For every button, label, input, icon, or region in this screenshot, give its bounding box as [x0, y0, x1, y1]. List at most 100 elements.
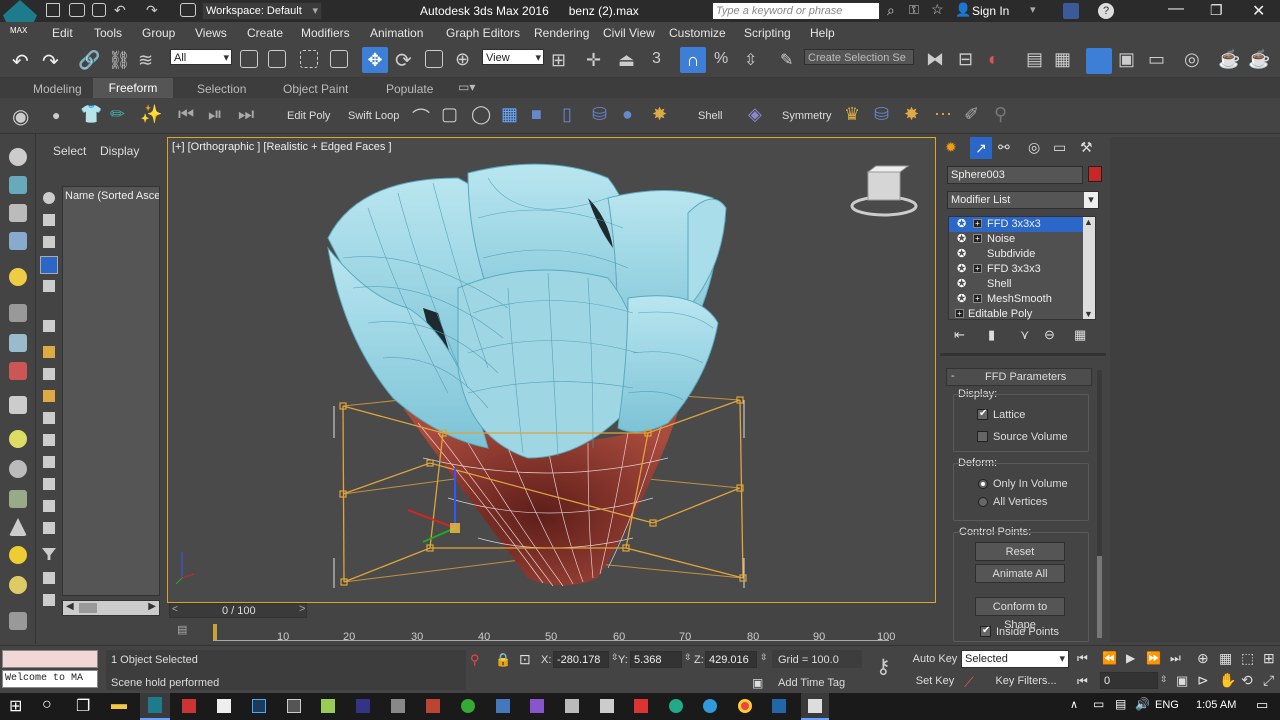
edit-poly-button[interactable]: Edit Poly	[287, 110, 330, 122]
sphere-icon[interactable]: ●	[52, 107, 60, 123]
explorer-horizontal-scrollbar[interactable]: ◀ ▶	[62, 600, 160, 616]
zoom-all-icon[interactable]: ▦	[1219, 650, 1232, 667]
current-frame-marker[interactable]	[213, 624, 217, 640]
volume-icon[interactable]: 🔊	[1135, 697, 1150, 711]
taskbar-app-icon-16[interactable]	[772, 699, 786, 713]
current-frame-field[interactable]: 0	[1100, 672, 1158, 689]
redo-toolbar-icon[interactable]: ↷	[42, 49, 59, 74]
stack-scrollbar[interactable]: ▲ ▼	[1083, 217, 1095, 319]
align-icon[interactable]: ⊟	[958, 49, 973, 70]
time-slider-prev-icon[interactable]: <	[172, 604, 178, 615]
taskbar-app-icon-9[interactable]	[496, 699, 510, 713]
notifications-icon[interactable]: ▭	[1256, 697, 1268, 713]
layer-icon[interactable]	[9, 204, 27, 222]
field-of-view-icon[interactable]: ⊳	[1197, 672, 1209, 689]
filter-bones-icon[interactable]	[43, 390, 55, 402]
maximize-icon[interactable]: ❐	[1210, 2, 1223, 19]
photoshop-icon[interactable]	[252, 699, 266, 713]
show-hidden-icons-icon[interactable]: ∧	[1070, 698, 1078, 711]
undo-toolbar-icon[interactable]: ↶	[12, 49, 29, 74]
lightbulb-icon[interactable]: ✪	[957, 262, 966, 275]
menu-create[interactable]: Create	[247, 26, 283, 40]
mirror-icon[interactable]: ⧓	[926, 49, 944, 70]
source-volume-label[interactable]: Source Volume	[993, 431, 1068, 443]
minimize-icon[interactable]: —	[1168, 0, 1184, 18]
symmetry-button[interactable]: Symmetry	[782, 110, 832, 122]
exchange-apps-icon[interactable]	[1063, 3, 1079, 19]
schematic-view-icon[interactable]	[1086, 48, 1112, 74]
scroll-right-icon[interactable]: ▶	[148, 601, 156, 612]
taskbar-app-icon-7[interactable]	[426, 699, 440, 713]
reference-coordinate-dropdown[interactable]: View ▾	[482, 49, 544, 65]
utilities-icon[interactable]	[9, 362, 27, 380]
orbit-icon[interactable]: ⟲	[1241, 672, 1253, 689]
pan-view-icon[interactable]: ✋	[1219, 672, 1236, 689]
search-tool-icon[interactable]: ⚲	[994, 104, 1007, 125]
help-icon[interactable]: ?	[1098, 3, 1114, 19]
ribbon-options-icon[interactable]: ▭▾	[458, 80, 475, 94]
configure-sets-icon[interactable]: ▦	[1074, 327, 1086, 343]
menu-scripting[interactable]: Scripting	[744, 26, 791, 40]
scene-object-list[interactable]: Name (Sorted Ascen	[62, 186, 160, 596]
edit-named-selection-icon[interactable]: ✎	[780, 50, 793, 70]
set-key-icon[interactable]: ⚷	[876, 654, 891, 679]
go-to-end-icon[interactable]: ⏭	[1170, 651, 1181, 666]
modifier-list-dropdown[interactable]: Modifier List ▾	[947, 191, 1099, 209]
only-in-volume-label[interactable]: Only In Volume	[993, 478, 1068, 490]
select-manipulate-icon[interactable]: ✛	[586, 50, 601, 71]
render-setup-icon[interactable]: ▭	[1148, 49, 1165, 70]
link-icon[interactable]: 🔗	[78, 50, 100, 71]
spinner-icon[interactable]: ⇳	[1160, 674, 1168, 685]
strands-icon[interactable]: ⋯	[934, 104, 952, 125]
name-column-header[interactable]: Name (Sorted Ascen	[65, 190, 159, 202]
rect-icon[interactable]: ▢	[441, 104, 458, 125]
pin-stack-icon[interactable]: ⇤	[954, 327, 965, 343]
shell-button[interactable]: Shell	[698, 110, 722, 122]
scroll-thumb[interactable]	[79, 603, 97, 613]
stack-item-editable-poly[interactable]: + Editable Poly	[949, 307, 1083, 322]
save-file-icon[interactable]	[92, 3, 106, 17]
lightbulb-icon[interactable]: ✪	[957, 277, 966, 290]
menu-rendering[interactable]: Rendering	[534, 26, 589, 40]
modifier-stack[interactable]: ✪ + FFD 3x3x3 ✪ + Noise ✪ Subdivide ✪ + …	[948, 216, 1096, 320]
utilities-tab-icon[interactable]: ⚒	[1080, 139, 1093, 156]
bucket-icon[interactable]: ⛁	[874, 104, 889, 125]
3ds-max-taskbar-icon[interactable]	[140, 693, 170, 720]
paint-icon[interactable]: ✨	[140, 104, 162, 125]
add-time-tag[interactable]: Add Time Tag	[778, 677, 845, 689]
filter-frozen-icon[interactable]	[43, 434, 55, 446]
wave-icon[interactable]	[9, 612, 27, 630]
filter-spacewarps-icon[interactable]	[43, 320, 55, 332]
conform-to-shape-button[interactable]: Conform to Shape	[975, 597, 1065, 631]
snaps-toggle-icon[interactable]: 3	[652, 50, 661, 68]
window-crossing-icon[interactable]	[330, 50, 348, 68]
chrome-icon[interactable]	[738, 699, 752, 713]
select-and-rotate-icon[interactable]: ⟳	[395, 48, 412, 73]
rollout-header[interactable]: - FFD Parameters	[946, 368, 1092, 386]
render-iterative-icon[interactable]: ☕	[1248, 49, 1270, 70]
search-icon[interactable]: ⌕	[887, 2, 895, 19]
taskbar-app-icon-4[interactable]	[321, 699, 335, 713]
select-by-name-icon[interactable]	[268, 50, 286, 68]
zoom-extents-icon[interactable]: ⬚	[1241, 650, 1254, 667]
taskbar-app-icon-15[interactable]	[703, 699, 717, 713]
object-color-swatch[interactable]	[1088, 166, 1102, 182]
torus-icon[interactable]	[9, 576, 27, 594]
tab-object-paint[interactable]: Object Paint	[283, 82, 348, 96]
taskbar-app-icon-2[interactable]	[217, 699, 231, 713]
tool-icon-1[interactable]: ◉	[12, 104, 29, 129]
taskbar-app-icon-3[interactable]	[287, 699, 301, 713]
selection-lock-icon[interactable]: 🔒	[495, 652, 511, 668]
sphere-shape-icon[interactable]: ●	[622, 104, 633, 125]
undo-icon[interactable]: ↶	[114, 2, 126, 19]
perspective-viewport[interactable]: [+] [Orthographic ] [Realistic + Edged F…	[167, 137, 936, 603]
tab-selection[interactable]: Selection	[197, 82, 246, 96]
gear-shape-icon[interactable]: ✸	[652, 104, 667, 125]
file-explorer-icon[interactable]: ▬	[111, 696, 127, 714]
tab-freeform[interactable]: Freeform	[93, 78, 173, 98]
filter-extra-2-icon[interactable]	[43, 594, 55, 606]
display-tab-icon[interactable]: ▭	[1053, 139, 1066, 156]
tab-modeling[interactable]: Modeling	[33, 82, 82, 96]
expand-icon[interactable]: +	[973, 264, 982, 273]
search-input[interactable]: Type a keyword or phrase	[712, 2, 880, 20]
